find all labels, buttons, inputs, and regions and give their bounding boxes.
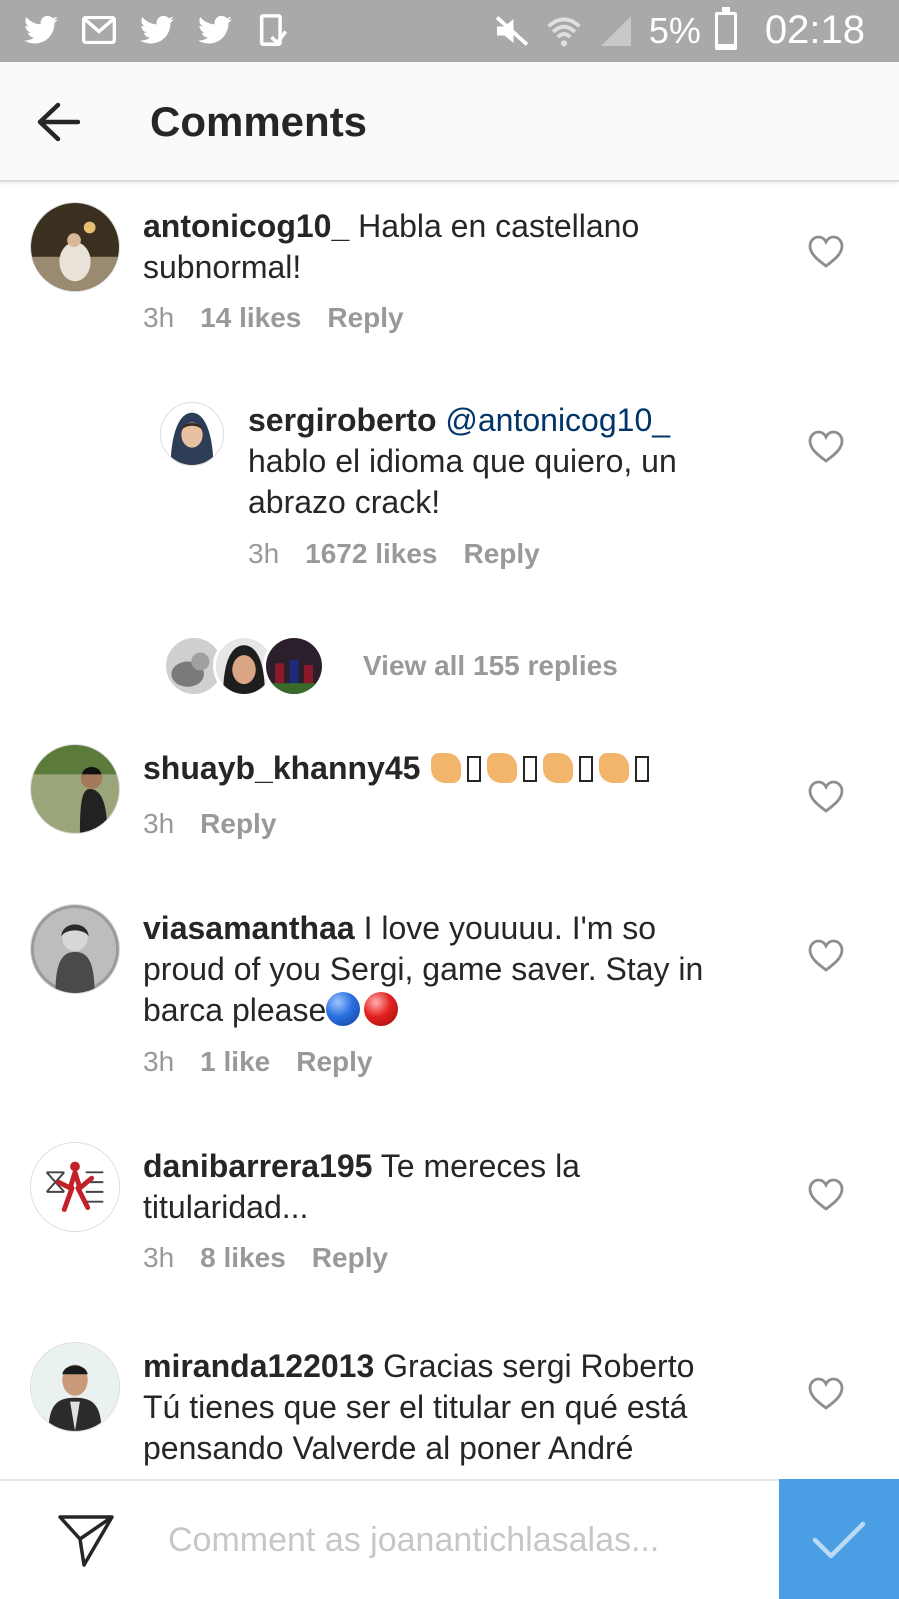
screenshot-icon — [254, 12, 292, 48]
like-heart-icon[interactable] — [808, 939, 844, 973]
mention-link[interactable]: @antonicog10_ — [445, 402, 670, 438]
notification-icons — [22, 12, 292, 48]
comment-username[interactable]: antonicog10_ — [143, 208, 349, 244]
system-status: 5% 02:18 — [493, 6, 865, 53]
comment-likes[interactable]: 8 likes — [200, 1242, 286, 1274]
avatar[interactable] — [30, 1142, 120, 1232]
wifi-icon — [545, 13, 583, 49]
comment-time: 3h — [143, 1046, 175, 1077]
comment-meta: 3h 14 likes Reply — [143, 302, 404, 334]
comment-username[interactable]: sergiroberto — [248, 402, 436, 438]
mute-icon — [493, 13, 531, 49]
like-heart-icon[interactable] — [808, 780, 844, 814]
avatar[interactable] — [30, 202, 120, 292]
like-heart-icon[interactable] — [808, 1377, 844, 1411]
comment-meta: 3h 1 like Reply — [143, 1046, 372, 1078]
comment-likes[interactable]: 1672 likes — [305, 538, 437, 570]
clock: 02:18 — [764, 8, 865, 52]
like-heart-icon[interactable] — [808, 235, 844, 269]
comment-time: 3h — [143, 302, 175, 333]
twitter-icon — [22, 12, 60, 48]
view-all-replies-link[interactable]: View all 155 replies — [363, 650, 618, 682]
app-bar: Comments — [0, 62, 899, 182]
comment-username[interactable]: miranda122013 — [143, 1348, 374, 1384]
checkmark-icon — [812, 1521, 866, 1559]
post-comment-button[interactable] — [779, 1479, 899, 1599]
comment-time: 3h — [143, 1242, 175, 1273]
comment-time: 3h — [143, 808, 175, 839]
comment-body: hablo el idioma que quiero, un — [248, 443, 677, 479]
battery-percent: 5% — [648, 9, 701, 51]
comment-input[interactable] — [168, 1515, 748, 1565]
comment-body: Te mereces la — [380, 1148, 580, 1184]
comment-body: Gracias sergi Roberto — [383, 1348, 695, 1384]
like-heart-icon[interactable] — [808, 1178, 844, 1212]
twitter-icon — [196, 12, 234, 48]
comment-body: Habla en castellano — [358, 208, 640, 244]
blue-circle-emoji-icon — [326, 992, 361, 1026]
avatar[interactable] — [30, 904, 120, 994]
reply-button[interactable]: Reply — [464, 538, 540, 570]
comment-time: 3h — [248, 538, 280, 569]
gmail-icon — [80, 12, 118, 48]
avatar[interactable] — [30, 744, 120, 834]
back-arrow-icon — [37, 102, 80, 142]
reply-button[interactable]: Reply — [327, 302, 403, 334]
comment-username[interactable]: danibarrera195 — [143, 1148, 372, 1184]
reply-button[interactable]: Reply — [312, 1242, 388, 1274]
comment-body: proud of you Sergi, game saver. Stay in — [143, 951, 704, 987]
comment-text: shuayb_khanny45 — [143, 748, 783, 789]
avatar — [263, 635, 325, 697]
comment-body: Tú tienes que ser el titular en qué está — [143, 1389, 688, 1425]
comment-text: danibarrera195 Te mereces la titularidad… — [143, 1146, 783, 1228]
comment-likes[interactable]: 14 likes — [200, 302, 301, 334]
signal-icon — [597, 13, 635, 49]
comments-list[interactable]: antonicog10_ Habla en castellano subnorm… — [0, 184, 899, 1479]
comment-meta: 3h 1672 likes Reply — [248, 538, 540, 570]
reply-button[interactable]: Reply — [200, 808, 276, 840]
comment-body: I love youuuu. I'm so — [363, 910, 657, 946]
reply-button[interactable]: Reply — [296, 1046, 372, 1078]
comment-body: pensando Valverde al poner André — [143, 1430, 634, 1466]
page-title: Comments — [150, 98, 368, 145]
comment-text: miranda122013 Gracias sergi Roberto Tú t… — [143, 1346, 783, 1469]
flexed-biceps-emoji-icon — [429, 750, 653, 786]
direct-send-icon[interactable] — [56, 1511, 116, 1569]
view-replies-row[interactable]: View all 155 replies — [163, 631, 618, 701]
avatar[interactable] — [160, 402, 224, 466]
like-heart-icon[interactable] — [808, 430, 844, 464]
comment-meta: 3h 8 likes Reply — [143, 1242, 388, 1274]
comment-username[interactable]: viasamanthaa — [143, 910, 355, 946]
comment-body: barca please — [143, 992, 327, 1028]
comment-text: sergiroberto @antonicog10_ hablo el idio… — [248, 400, 788, 523]
comment-text: viasamanthaa I love youuuu. I'm so proud… — [143, 908, 783, 1031]
battery-icon — [714, 6, 737, 50]
comment-username[interactable]: shuayb_khanny45 — [143, 750, 420, 786]
comment-meta: 3h Reply — [143, 808, 276, 840]
comment-composer — [0, 1479, 899, 1599]
comment-likes[interactable]: 1 like — [200, 1046, 270, 1078]
avatar[interactable] — [30, 1342, 120, 1432]
status-bar: 5% 02:18 — [0, 0, 899, 62]
red-circle-emoji-icon — [364, 992, 399, 1026]
comment-body: subnormal! — [143, 249, 302, 285]
twitter-icon — [138, 12, 176, 48]
comment-body: titularidad... — [143, 1189, 309, 1225]
comment-text: antonicog10_ Habla en castellano subnorm… — [143, 206, 783, 288]
comment-body: abrazo crack! — [248, 484, 441, 520]
back-button[interactable] — [30, 94, 86, 150]
